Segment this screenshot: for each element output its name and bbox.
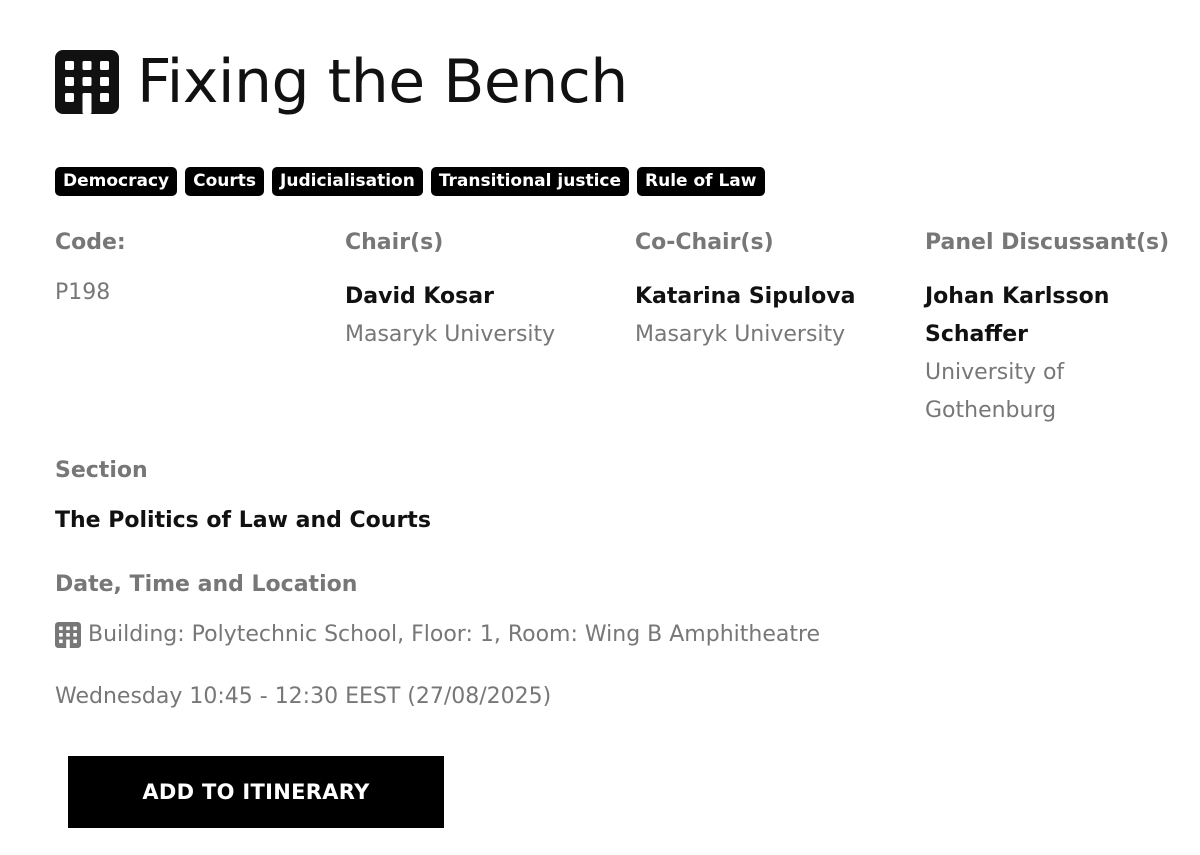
page-header: Fixing the Bench: [55, 50, 628, 114]
date-time-text: Wednesday 10:45 - 12:30 EEST (27/08/2025…: [55, 684, 552, 709]
section-value: The Politics of Law and Courts: [55, 508, 431, 533]
location-text: Building: Polytechnic School, Floor: 1, …: [88, 622, 821, 647]
co-chair-institution: Masaryk University: [635, 322, 846, 347]
co-chair-name: Katarina Sipulova: [635, 284, 856, 309]
page-title: Fixing the Bench: [137, 47, 628, 117]
chair-block: Chair(s) David Kosar Masaryk University: [345, 228, 615, 354]
schedule-label: Date, Time and Location: [55, 572, 358, 597]
discussant-name: Johan Karlsson Schaffer: [925, 284, 1110, 347]
tag-transitional-justice[interactable]: Transitional justice: [430, 167, 630, 196]
section-label: Section: [55, 458, 148, 483]
tag-democracy[interactable]: Democracy: [55, 167, 178, 196]
discussant-institution: University of Gothenburg: [925, 360, 1065, 423]
code-block: Code: P198: [55, 228, 325, 308]
chair-name: David Kosar: [345, 284, 494, 309]
tag-list: Democracy Courts Judicialisation Transit…: [55, 167, 765, 196]
chair-label: Chair(s): [345, 230, 444, 255]
code-label: Code:: [55, 230, 126, 255]
code-value: P198: [55, 280, 111, 305]
discussant-label: Panel Discussant(s): [925, 230, 1170, 255]
location-row: Building: Polytechnic School, Floor: 1, …: [55, 620, 820, 650]
discussant-block: Panel Discussant(s) Johan Karlsson Schaf…: [925, 228, 1185, 430]
building-icon: [55, 50, 119, 114]
tag-rule-of-law[interactable]: Rule of Law: [637, 167, 765, 196]
tag-courts[interactable]: Courts: [185, 167, 265, 196]
building-icon: [55, 622, 81, 648]
co-chair-label: Co-Chair(s): [635, 230, 774, 255]
tag-judicialisation[interactable]: Judicialisation: [272, 167, 423, 196]
co-chair-block: Co-Chair(s) Katarina Sipulova Masaryk Un…: [635, 228, 905, 354]
add-to-itinerary-button[interactable]: ADD TO ITINERARY: [68, 756, 444, 828]
chair-institution: Masaryk University: [345, 322, 556, 347]
